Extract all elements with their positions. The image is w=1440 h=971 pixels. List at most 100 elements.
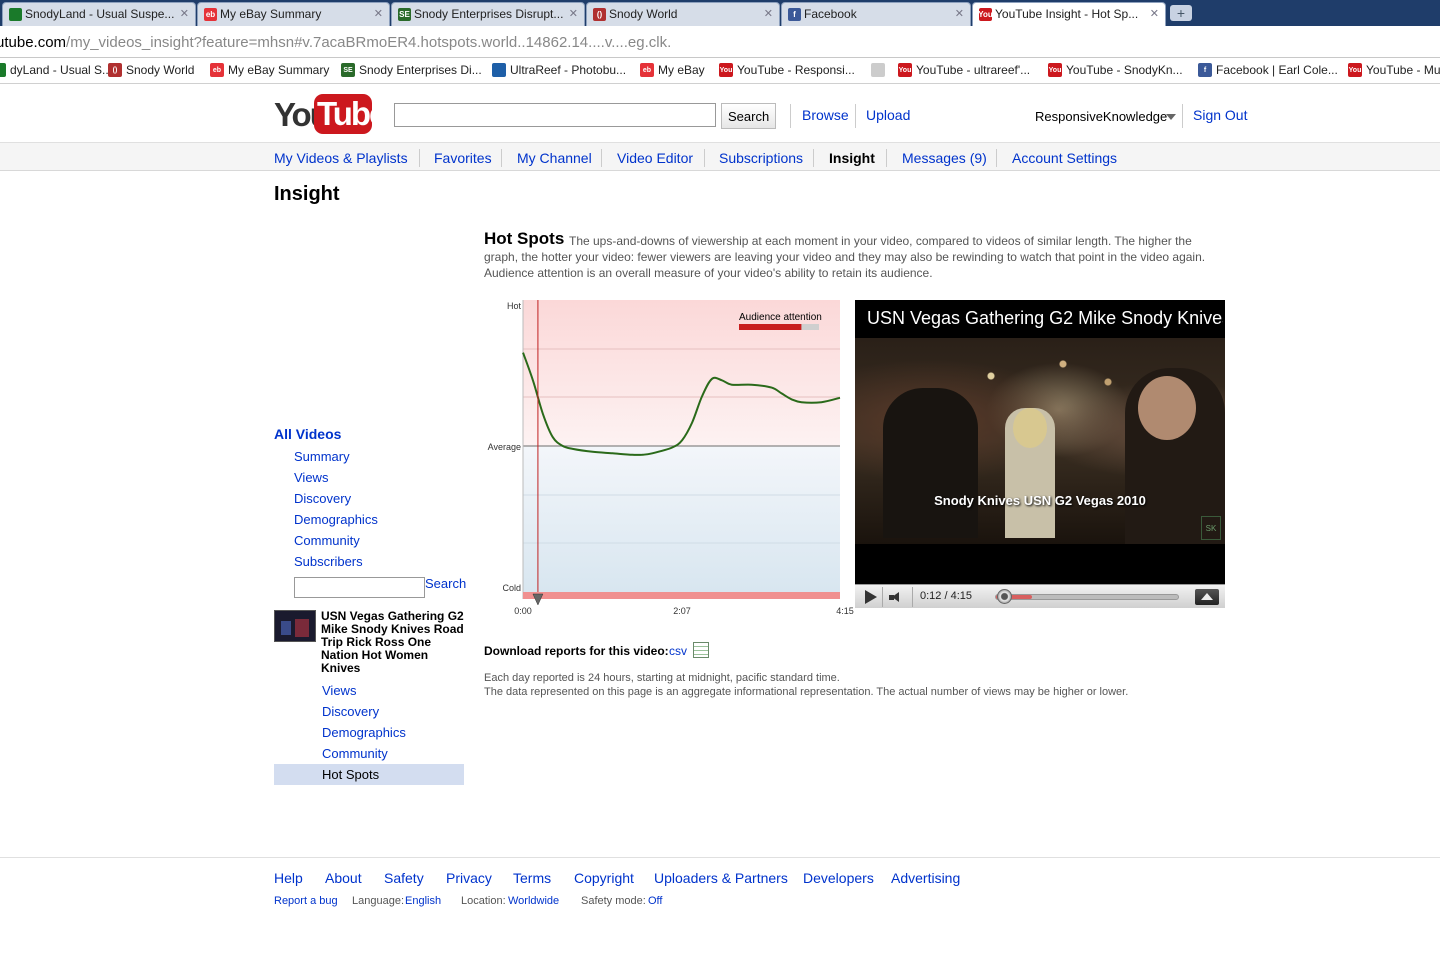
footer-link-about[interactable]: About: [325, 870, 362, 886]
bookmark[interactable]: () Snody World: [108, 63, 194, 77]
play-icon[interactable]: [865, 590, 877, 604]
bookmark[interactable]: You YouTube - Responsi...: [719, 63, 855, 77]
close-icon[interactable]: ✕: [955, 7, 964, 20]
bookmark[interactable]: SE Snody Enterprises Di...: [341, 63, 482, 77]
tab-label: YouTube Insight - Hot Sp...: [995, 7, 1139, 21]
close-icon[interactable]: ✕: [569, 7, 578, 20]
hot-spots-chart[interactable]: Hot Average Cold 0:00 2:07 4:15 Audience…: [480, 296, 860, 620]
nav-my-videos[interactable]: My Videos & Playlists: [274, 150, 408, 166]
csv-download-link[interactable]: csv: [669, 644, 687, 658]
safety-mode-toggle[interactable]: Off: [648, 895, 662, 907]
progress-bar[interactable]: [995, 594, 1179, 600]
browser-tab[interactable]: f Facebook ✕: [781, 2, 971, 26]
sign-out-link[interactable]: Sign Out: [1193, 107, 1247, 123]
youtube-logo[interactable]: You Tube: [274, 94, 387, 134]
browser-tab[interactable]: () Snody World ✕: [586, 2, 780, 26]
close-icon[interactable]: ✕: [374, 7, 383, 20]
report-note: Each day reported is 24 hours, starting …: [484, 672, 840, 684]
tab-favicon-icon: eb: [204, 8, 217, 21]
browser-tab[interactable]: SE Snody Enterprises Disrupt... ✕: [391, 2, 585, 26]
tab-label: Snody Enterprises Disrupt...: [414, 7, 564, 21]
logo-tube-text: Tube: [314, 94, 387, 134]
nav-favorites[interactable]: Favorites: [434, 150, 492, 166]
video-thumbnail[interactable]: [274, 610, 316, 642]
footer-link-privacy[interactable]: Privacy: [446, 870, 492, 886]
bookmark[interactable]: dyLand - Usual S...: [0, 63, 112, 77]
sidebar-item-discovery[interactable]: Discovery: [294, 491, 351, 506]
playhead-marker-icon[interactable]: [532, 593, 544, 606]
browse-link[interactable]: Browse: [802, 107, 849, 123]
chevron-down-icon[interactable]: [1166, 114, 1176, 120]
sidebar-search-button[interactable]: Search: [425, 576, 466, 591]
video-title[interactable]: USN Vegas Gathering G2 Mike Snody Knives…: [321, 610, 464, 675]
sidebar-item-summary[interactable]: Summary: [294, 449, 350, 464]
video-player[interactable]: USN Vegas Gathering G2 Mike Snody Knive s…: [855, 300, 1225, 608]
nav-my-channel[interactable]: My Channel: [517, 150, 592, 166]
progress-knob[interactable]: [996, 589, 1012, 604]
report-bug-link[interactable]: Report a bug: [274, 895, 338, 907]
sidebar-video-community[interactable]: Community: [322, 746, 388, 761]
bookmark[interactable]: You YouTube - Mu: [1348, 63, 1440, 77]
close-icon[interactable]: ✕: [180, 7, 189, 20]
player-controls: 0:12 / 4:15: [855, 584, 1225, 608]
bookmark[interactable]: UltraReef - Photobu...: [492, 63, 626, 77]
nav-account-settings[interactable]: Account Settings: [1012, 150, 1117, 166]
browser-tab[interactable]: SnodyLand - Usual Suspe... ✕: [2, 2, 196, 26]
search-input[interactable]: [394, 103, 716, 127]
sidebar-video-views[interactable]: Views: [322, 683, 356, 698]
language-picker[interactable]: English: [405, 895, 441, 907]
footer-link-uploaders[interactable]: Uploaders & Partners: [654, 870, 788, 886]
footer-link-safety[interactable]: Safety: [384, 870, 424, 886]
bookmark[interactable]: eb My eBay Summary: [210, 63, 329, 77]
footer-link-copyright[interactable]: Copyright: [574, 870, 634, 886]
footer-link-advertising[interactable]: Advertising: [891, 870, 960, 886]
location-picker[interactable]: Worldwide: [508, 895, 559, 907]
url-text[interactable]: utube.com/my_videos_insight?feature=mhsn…: [0, 34, 671, 51]
search-button[interactable]: Search: [721, 103, 776, 129]
volume-icon[interactable]: [889, 592, 903, 602]
sidebar-all-videos[interactable]: All Videos: [274, 426, 341, 442]
username-menu[interactable]: ResponsiveKnowledge: [1035, 109, 1167, 124]
spreadsheet-icon[interactable]: [693, 642, 709, 658]
upload-link[interactable]: Upload: [866, 107, 910, 123]
sidebar-item-subscribers[interactable]: Subscribers: [294, 554, 363, 569]
browser-tab-active[interactable]: You YouTube Insight - Hot Sp... ✕: [972, 2, 1166, 26]
footer-link-terms[interactable]: Terms: [513, 870, 551, 886]
sidebar-item-views[interactable]: Views: [294, 470, 328, 485]
nav-insight[interactable]: Insight: [829, 150, 875, 166]
timecode: 0:12 / 4:15: [920, 590, 972, 602]
nav-messages[interactable]: Messages (9): [902, 150, 987, 166]
footer-link-help[interactable]: Help: [274, 870, 303, 886]
tab-favicon-icon: You: [978, 8, 993, 21]
close-icon[interactable]: ✕: [1150, 7, 1159, 20]
sidebar-item-demographics[interactable]: Demographics: [294, 512, 378, 527]
nav-video-editor[interactable]: Video Editor: [617, 150, 693, 166]
video-caption: Snody Knives USN G2 Vegas 2010: [934, 493, 1146, 508]
bookmark-favicon-icon: SE: [341, 63, 355, 77]
sidebar-item-community[interactable]: Community: [294, 533, 360, 548]
x-tick-label: 2:07: [673, 606, 691, 616]
nav-divider: [601, 149, 602, 167]
sidebar-search-input[interactable]: [294, 577, 425, 598]
browser-tab[interactable]: eb My eBay Summary ✕: [197, 2, 390, 26]
new-tab-button[interactable]: +: [1170, 5, 1192, 21]
y-tick-label: Hot: [507, 301, 522, 311]
timeline-bar[interactable]: [523, 592, 840, 599]
nav-subscriptions[interactable]: Subscriptions: [719, 150, 803, 166]
footer-link-developers[interactable]: Developers: [803, 870, 874, 886]
sidebar-video-demographics[interactable]: Demographics: [322, 725, 406, 740]
sidebar-video-discovery[interactable]: Discovery: [322, 704, 379, 719]
close-icon[interactable]: ✕: [764, 7, 773, 20]
bookmark[interactable]: eb My eBay: [640, 63, 705, 77]
sidebar-video-hot-spots[interactable]: Hot Spots: [322, 767, 379, 782]
expand-icon[interactable]: [1195, 589, 1219, 605]
legend-label: Audience attention: [739, 312, 822, 323]
hot-spots-heading: Hot Spots: [484, 229, 565, 248]
bookmark[interactable]: You YouTube - SnodyKn...: [1048, 63, 1183, 77]
video-frame[interactable]: Snody Knives USN G2 Vegas 2010 SK: [855, 338, 1225, 544]
bookmark[interactable]: f Facebook | Earl Cole...: [1198, 63, 1338, 77]
bookmark[interactable]: You YouTube - ultrareef'...: [898, 63, 1030, 77]
player-title[interactable]: USN Vegas Gathering G2 Mike Snody Knives…: [867, 308, 1223, 329]
nav-divider: [996, 149, 997, 167]
address-bar[interactable]: utube.com/my_videos_insight?feature=mhsn…: [0, 26, 1440, 58]
